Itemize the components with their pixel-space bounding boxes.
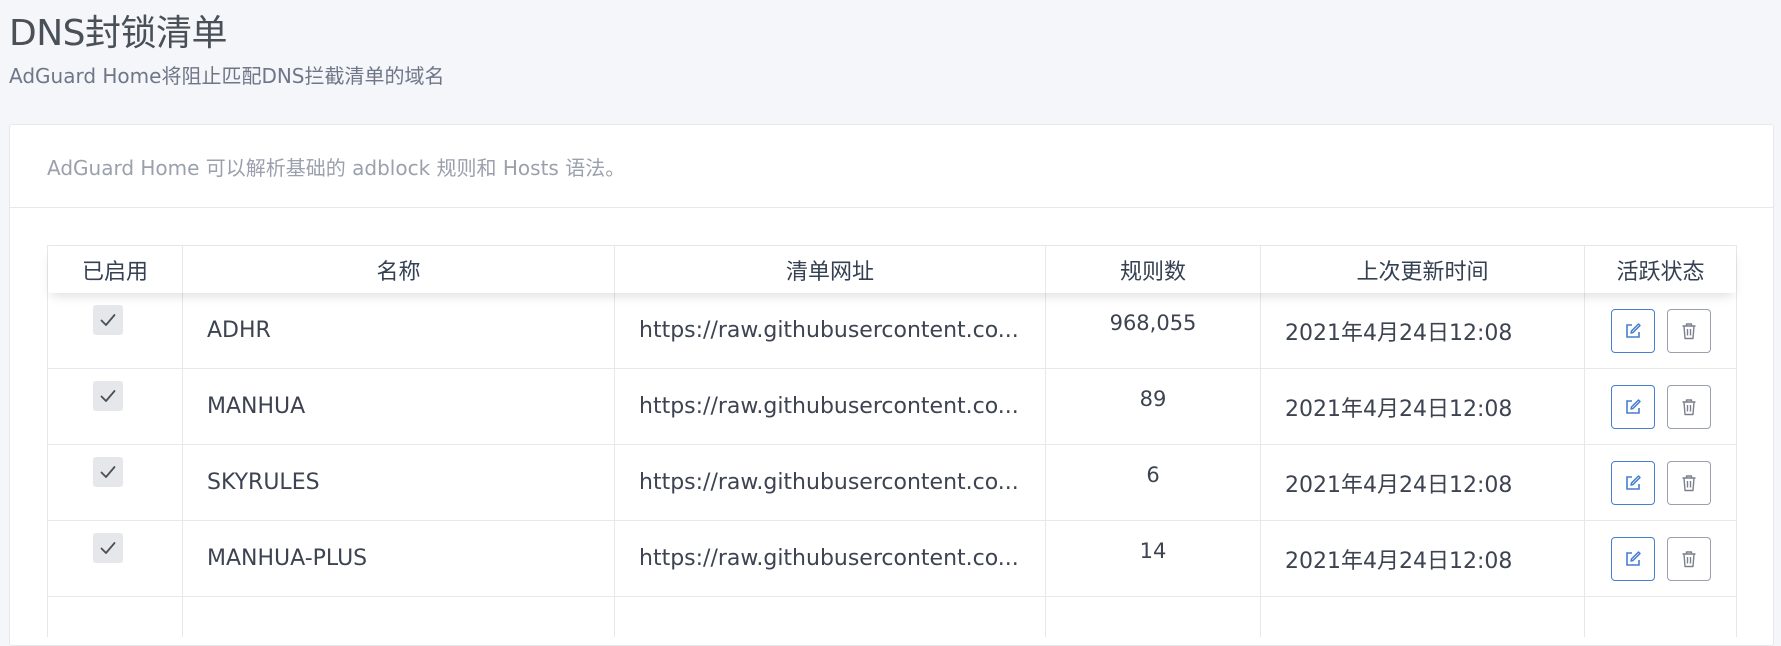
edit-icon (1625, 550, 1641, 566)
column-header-last-updated[interactable]: 上次更新时间 (1261, 246, 1585, 293)
empty-cell (1585, 597, 1736, 637)
list-url[interactable]: https://raw.githubusercontent.co... (615, 293, 1046, 368)
page-title: DNS封锁清单 (9, 13, 228, 54)
list-url[interactable]: https://raw.githubusercontent.co... (615, 521, 1046, 596)
check-icon (100, 466, 116, 478)
column-header-url[interactable]: 清单网址 (615, 246, 1046, 293)
enabled-cell (48, 445, 183, 520)
trash-icon (1682, 550, 1695, 567)
last-updated: 2021年4月24日12:08 (1261, 293, 1585, 368)
enabled-checkbox[interactable] (93, 533, 123, 563)
edit-button[interactable] (1610, 308, 1655, 353)
enabled-checkbox[interactable] (93, 381, 123, 411)
edit-button[interactable] (1610, 536, 1655, 581)
edit-icon (1625, 322, 1641, 338)
blocklist-table: 已启用 名称 清单网址 规则数 上次更新时间 活跃状态 ADHR https:/… (47, 245, 1737, 637)
table-row: MANHUA https://raw.githubusercontent.co.… (48, 369, 1736, 445)
rules-count: 89 (1046, 369, 1261, 444)
card-description: AdGuard Home 可以解析基础的 adblock 规则和 Hosts 语… (10, 125, 1773, 208)
actions-cell (1585, 369, 1736, 444)
delete-button[interactable] (1666, 308, 1711, 353)
list-url[interactable]: https://raw.githubusercontent.co... (615, 445, 1046, 520)
table-header: 已启用 名称 清单网址 规则数 上次更新时间 活跃状态 (48, 246, 1736, 293)
enabled-cell (48, 293, 183, 368)
list-name: MANHUA (183, 369, 615, 444)
check-icon (100, 542, 116, 554)
empty-cell (183, 597, 615, 637)
rules-count: 6 (1046, 445, 1261, 520)
actions-cell (1585, 445, 1736, 520)
last-updated: 2021年4月24日12:08 (1261, 445, 1585, 520)
list-url[interactable]: https://raw.githubusercontent.co... (615, 369, 1046, 444)
table-row: MANHUA-PLUS https://raw.githubuserconten… (48, 521, 1736, 597)
enabled-cell (48, 369, 183, 444)
column-header-name[interactable]: 名称 (183, 246, 615, 293)
edit-icon (1625, 398, 1641, 414)
actions-cell (1585, 293, 1736, 368)
rules-count: 14 (1046, 521, 1261, 596)
list-name: SKYRULES (183, 445, 615, 520)
page-subtitle: AdGuard Home将阻止匹配DNS拦截清单的域名 (9, 64, 445, 88)
column-header-actions[interactable]: 活跃状态 (1585, 246, 1736, 293)
last-updated: 2021年4月24日12:08 (1261, 521, 1585, 596)
edit-button[interactable] (1610, 384, 1655, 429)
empty-cell (1046, 597, 1261, 637)
check-icon (100, 390, 116, 402)
empty-cell (1261, 597, 1585, 637)
delete-button[interactable] (1666, 536, 1711, 581)
actions-cell (1585, 521, 1736, 596)
last-updated: 2021年4月24日12:08 (1261, 369, 1585, 444)
rules-count: 968,055 (1046, 293, 1261, 368)
enabled-checkbox[interactable] (93, 457, 123, 487)
list-name: MANHUA-PLUS (183, 521, 615, 596)
trash-icon (1682, 398, 1695, 415)
trash-icon (1682, 322, 1695, 339)
enabled-cell (48, 521, 183, 596)
edit-icon (1625, 474, 1641, 490)
enabled-checkbox[interactable] (93, 305, 123, 335)
trash-icon (1682, 474, 1695, 491)
delete-button[interactable] (1666, 460, 1711, 505)
table-row: SKYRULES https://raw.githubusercontent.c… (48, 445, 1736, 521)
table-row: ADHR https://raw.githubusercontent.co...… (48, 293, 1736, 369)
delete-button[interactable] (1666, 384, 1711, 429)
table-row-partial (48, 597, 1736, 637)
edit-button[interactable] (1610, 460, 1655, 505)
check-icon (100, 314, 116, 326)
column-header-rules-count[interactable]: 规则数 (1046, 246, 1261, 293)
list-name: ADHR (183, 293, 615, 368)
empty-cell (615, 597, 1046, 637)
blocklist-card: AdGuard Home 可以解析基础的 adblock 规则和 Hosts 语… (9, 124, 1774, 646)
column-header-enabled[interactable]: 已启用 (48, 246, 183, 293)
empty-cell (48, 597, 183, 637)
